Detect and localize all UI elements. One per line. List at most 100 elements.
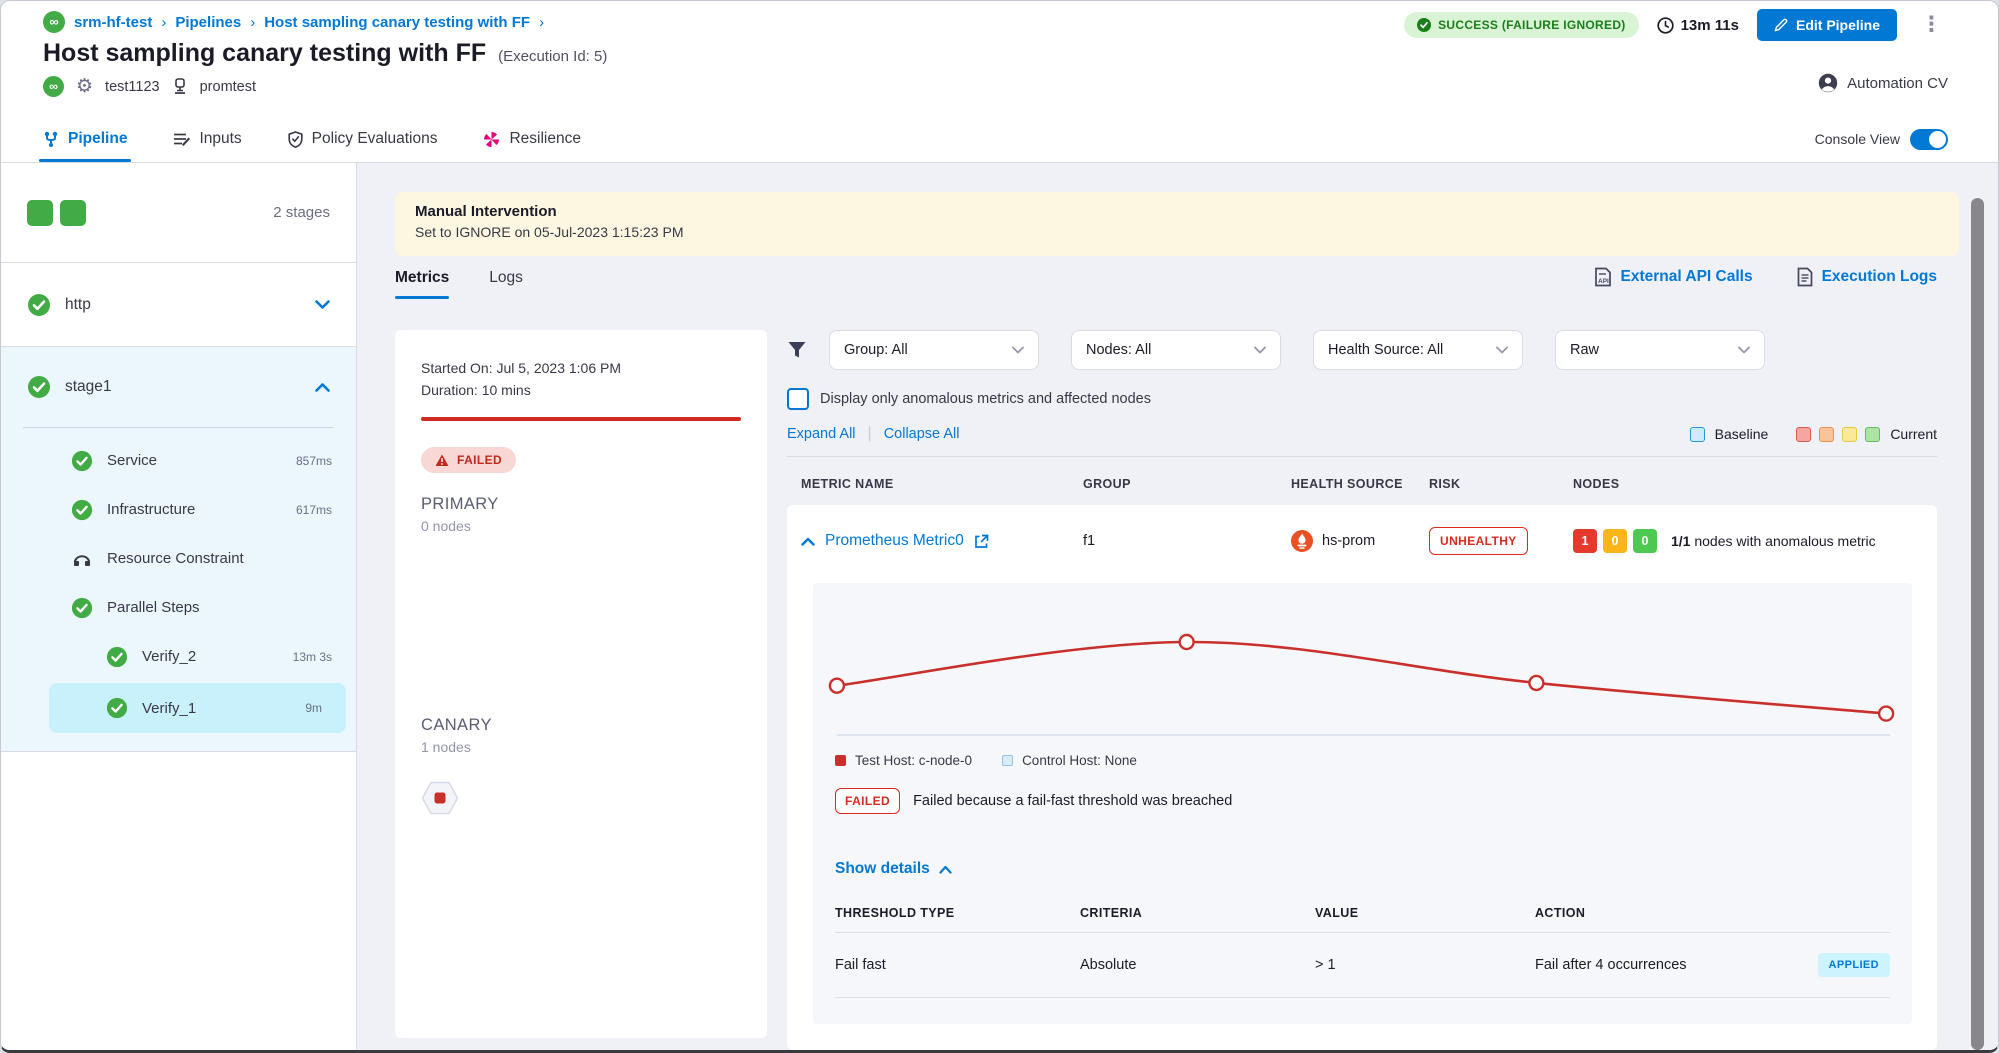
step-verify-1-selected[interactable]: Verify_1 9m xyxy=(49,683,346,733)
canary-node-count: 1 nodes xyxy=(421,739,741,755)
filter-funnel-icon[interactable] xyxy=(787,340,807,360)
started-on: Started On: Jul 5, 2023 1:06 PM xyxy=(421,358,741,380)
header-actions: SUCCESS (FAILURE IGNORED) 13m 11s Edit P… xyxy=(1404,9,1948,41)
col-value: VALUE xyxy=(1315,906,1535,932)
metrics-table-header: METRIC NAME GROUP HEALTH SOURCE RISK NOD… xyxy=(787,457,1937,505)
stage-summary: 2 stages xyxy=(1,163,356,263)
failure-message: Failed because a fail-fast threshold was… xyxy=(913,793,1232,809)
threshold-table-header: THRESHOLD TYPE CRITERIA VALUE ACTION xyxy=(835,906,1890,932)
metric-name-cell: Prometheus Metric0 xyxy=(801,532,1083,550)
external-api-calls-link[interactable]: API External API Calls xyxy=(1594,267,1753,287)
col-metric-name: METRIC NAME xyxy=(801,477,1083,491)
success-check-icon xyxy=(71,450,93,472)
execution-logs-link[interactable]: Execution Logs xyxy=(1797,267,1937,287)
vertical-scrollbar[interactable] xyxy=(1971,198,1984,1050)
tab-logs[interactable]: Logs xyxy=(489,269,523,299)
step-infrastructure[interactable]: Infrastructure 617ms xyxy=(1,485,356,534)
nodes-filter-dropdown[interactable]: Nodes: All xyxy=(1071,330,1281,370)
nodes-filter-value: Nodes: All xyxy=(1086,342,1151,358)
console-view-control: Console View xyxy=(1815,116,1948,162)
tab-pipeline-label: Pipeline xyxy=(68,130,127,148)
nodes-summary: 1/1 nodes with anomalous metric xyxy=(1671,533,1876,549)
canary-node-hexagon[interactable] xyxy=(421,781,741,815)
metric-card: Prometheus Metric0 f1 hs-prom UNHEALTHY … xyxy=(787,505,1937,1050)
edit-pipeline-button[interactable]: Edit Pipeline xyxy=(1757,9,1897,41)
verification-status-label: FAILED xyxy=(457,453,502,467)
manual-intervention-banner: Manual Intervention Set to IGNORE on 05-… xyxy=(395,192,1959,256)
api-document-icon: API xyxy=(1594,267,1612,287)
step-parallel-steps[interactable]: Parallel Steps xyxy=(1,583,356,632)
col-nodes: NODES xyxy=(1573,477,1937,491)
sidebar-stage-http[interactable]: http xyxy=(1,263,356,347)
breadcrumb-project[interactable]: srm-hf-test xyxy=(74,14,152,31)
step-label: Verify_1 xyxy=(142,700,196,717)
current-swatch-green xyxy=(1865,427,1880,442)
environment-icon xyxy=(172,78,188,95)
criteria-value: Absolute xyxy=(1080,937,1315,993)
banner-title: Manual Intervention xyxy=(415,203,1939,220)
data-type-dropdown[interactable]: Raw xyxy=(1555,330,1765,370)
tab-metrics[interactable]: Metrics xyxy=(395,269,449,299)
step-verify-2[interactable]: Verify_2 13m 3s xyxy=(1,632,356,681)
breadcrumb-separator: › xyxy=(161,14,166,31)
tab-resilience[interactable]: Resilience xyxy=(483,116,581,162)
breadcrumb-pipelines[interactable]: Pipelines xyxy=(175,14,241,31)
external-link-icon[interactable] xyxy=(974,534,989,549)
failed-badge: FAILED xyxy=(835,788,900,814)
show-details-label: Show details xyxy=(835,860,930,878)
node-count-unhealthy: 1 xyxy=(1573,529,1597,553)
chevron-down-icon[interactable] xyxy=(315,300,330,310)
anomalous-only-checkbox[interactable] xyxy=(787,388,809,410)
expand-all-link[interactable]: Expand All xyxy=(787,426,856,442)
kebab-menu-icon[interactable]: ⋮ xyxy=(1915,18,1948,32)
tab-inputs[interactable]: Inputs xyxy=(173,116,241,162)
metric-group-cell: f1 xyxy=(1083,533,1291,549)
step-duration: 617ms xyxy=(296,503,332,517)
page-title: Host sampling canary testing with FF xyxy=(43,39,486,68)
gear-icon: ⚙ xyxy=(76,75,93,98)
step-label: Infrastructure xyxy=(107,501,195,518)
tab-inputs-label: Inputs xyxy=(199,130,241,148)
execution-sidebar: 2 stages http stage1 Service 857ms xyxy=(1,163,357,1050)
chevron-up-icon[interactable] xyxy=(315,382,330,392)
current-legend-label: Current xyxy=(1890,426,1937,442)
svg-text:∞: ∞ xyxy=(49,79,58,93)
health-source-cell: hs-prom xyxy=(1291,530,1429,552)
step-service[interactable]: Service 857ms xyxy=(1,436,356,485)
col-action: ACTION xyxy=(1535,906,1890,932)
primary-node-count: 0 nodes xyxy=(421,518,741,534)
success-check-icon xyxy=(27,293,51,317)
content-links: API External API Calls Execution Logs xyxy=(1594,267,1938,287)
show-details-link[interactable]: Show details xyxy=(835,860,1912,878)
group-filter-dropdown[interactable]: Group: All xyxy=(829,330,1039,370)
svg-text:∞: ∞ xyxy=(49,14,58,29)
environment-name[interactable]: promtest xyxy=(200,79,256,95)
step-label: Parallel Steps xyxy=(107,599,200,616)
metric-name-link[interactable]: Prometheus Metric0 xyxy=(825,532,964,550)
collapse-all-link[interactable]: Collapse All xyxy=(884,426,960,442)
progress-bar-failed xyxy=(421,417,741,421)
content-tab-bar: Metrics Logs xyxy=(395,269,523,299)
success-check-icon xyxy=(27,375,51,399)
col-criteria: CRITERIA xyxy=(1080,906,1315,932)
health-source-filter-dropdown[interactable]: Health Source: All xyxy=(1313,330,1523,370)
breadcrumb-pipeline-name[interactable]: Host sampling canary testing with FF xyxy=(264,14,530,31)
node-count-warning: 0 xyxy=(1603,529,1627,553)
check-circle-icon xyxy=(1417,18,1431,32)
stage-square-icon xyxy=(27,200,53,226)
tab-pipeline[interactable]: Pipeline xyxy=(43,116,127,162)
sidebar-stage-stage1[interactable]: stage1 xyxy=(1,347,356,427)
edit-pipeline-label: Edit Pipeline xyxy=(1796,17,1880,33)
step-resource-constraint[interactable]: Resource Constraint xyxy=(1,534,356,583)
step-label: Verify_2 xyxy=(142,648,196,665)
service-name[interactable]: test1123 xyxy=(105,79,160,95)
console-view-toggle[interactable] xyxy=(1910,129,1948,150)
chevron-down-icon xyxy=(1738,346,1750,354)
test-host-label: Test Host: c-node-0 xyxy=(855,753,972,768)
metric-chart-svg xyxy=(813,589,1912,749)
success-check-icon xyxy=(106,646,128,668)
tab-policy-evaluations[interactable]: Policy Evaluations xyxy=(288,116,438,162)
duration: Duration: 10 mins xyxy=(421,380,741,402)
collapse-chevron-up-icon[interactable] xyxy=(801,537,815,546)
threshold-table-row: Fail fast Absolute > 1 Fail after 4 occu… xyxy=(835,933,1890,997)
